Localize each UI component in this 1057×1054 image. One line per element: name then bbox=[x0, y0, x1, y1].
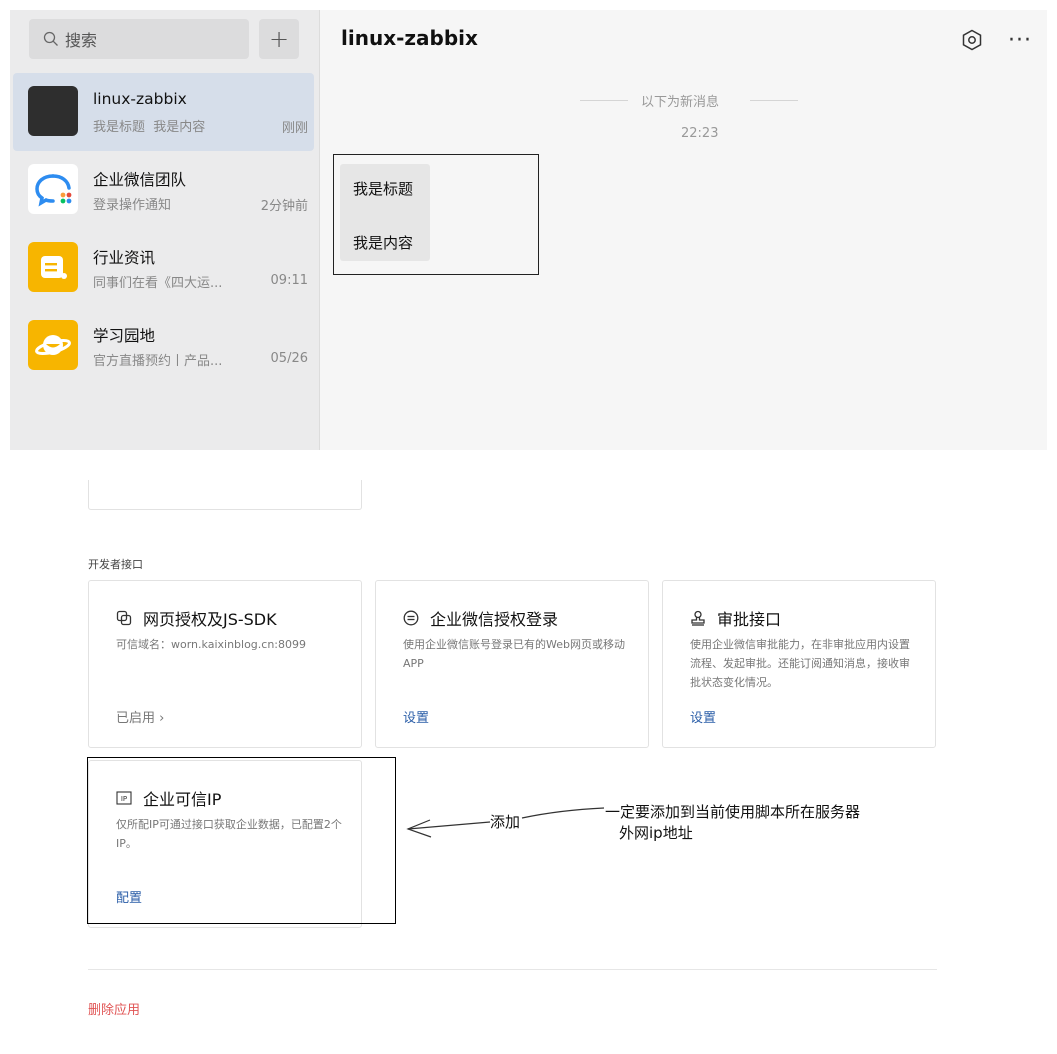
message-bubble[interactable]: 我是标题 我是内容 bbox=[340, 164, 430, 261]
add-button[interactable]: + bbox=[259, 19, 299, 59]
card-approval-api[interactable]: 审批接口 使用企业微信审批能力，在非审批应用内设置流程、发起审批。还能订阅通知消… bbox=[662, 580, 936, 748]
divider-line-right bbox=[750, 100, 798, 101]
link-icon bbox=[116, 610, 132, 626]
message-line: 我是内容 bbox=[353, 234, 414, 252]
search-box[interactable]: 搜索 bbox=[29, 19, 249, 59]
more-icon[interactable]: ··· bbox=[1008, 28, 1032, 53]
annotation-box-trusted-ip bbox=[87, 757, 396, 924]
delete-app-link[interactable]: 删除应用 bbox=[88, 999, 140, 1018]
conversation-item-wecom-team[interactable]: 企业微信团队 登录操作通知 2分钟前 bbox=[13, 151, 314, 229]
conversation-preview: 我是标题 我是内容 bbox=[93, 120, 206, 135]
divider bbox=[88, 969, 937, 970]
card-wecom-auth-login[interactable]: 企业微信授权登录 使用企业微信账号登录已有的Web网页或移动APP 设置 bbox=[375, 580, 649, 748]
card-description: 使用企业微信账号登录已有的Web网页或移动APP bbox=[403, 638, 625, 670]
news-icon bbox=[28, 242, 78, 292]
settings-link[interactable]: 设置 bbox=[403, 707, 429, 726]
stamp-icon bbox=[691, 610, 705, 626]
conversation-preview: 同事们在看《四大运... bbox=[93, 276, 223, 291]
conversation-name: linux-zabbix bbox=[93, 90, 187, 108]
annotation-add-label: 添加 bbox=[490, 813, 521, 831]
card-web-auth-jssdk[interactable]: 网页授权及JS-SDK 可信域名：worn.kaixinblog.cn:8099… bbox=[88, 580, 362, 748]
wecom-chat-window: 搜索 + linux-zabbix 我是标题 我是内容 刚刚 企业微信团队 登录… bbox=[10, 10, 1047, 450]
search-icon bbox=[43, 31, 58, 46]
conversation-item-industry-news[interactable]: 行业资讯 同事们在看《四大运... 09:11 bbox=[13, 229, 314, 307]
conversation-time: 2分钟前 bbox=[260, 199, 308, 214]
annotation-note-line1: 一定要添加到当前使用脚本所在服务器 bbox=[605, 803, 861, 821]
previous-card-bottom bbox=[88, 480, 362, 510]
settings-hexagon-icon[interactable] bbox=[960, 28, 984, 52]
conversation-preview: 登录操作通知 bbox=[93, 198, 172, 213]
conversation-time: 09:11 bbox=[270, 273, 308, 288]
annotation-note-line2: 外网ip地址 bbox=[619, 824, 693, 842]
new-messages-divider: 以下为新消息 bbox=[641, 95, 720, 110]
wecom-logo-icon bbox=[28, 164, 78, 214]
card-title: 审批接口 bbox=[717, 610, 782, 629]
avatar bbox=[28, 86, 78, 136]
section-title: 开发者接口 bbox=[88, 558, 143, 571]
card-title: 网页授权及JS-SDK bbox=[143, 610, 277, 629]
conversation-name: 学习园地 bbox=[93, 327, 156, 345]
chat-pane: linux-zabbix ··· 以下为新消息 22:23 我是标题 我是内容 bbox=[320, 10, 1047, 450]
card-description: 可信域名：worn.kaixinblog.cn:8099 bbox=[116, 638, 307, 651]
chat-title: linux-zabbix bbox=[341, 26, 478, 50]
conversation-item-linux-zabbix[interactable]: linux-zabbix 我是标题 我是内容 刚刚 bbox=[13, 73, 314, 151]
card-title: 企业微信授权登录 bbox=[430, 610, 559, 629]
conversation-time: 刚刚 bbox=[281, 121, 308, 136]
enabled-status-link[interactable]: 已启用 › bbox=[116, 707, 164, 726]
conversation-preview: 官方直播预约丨产品... bbox=[93, 354, 223, 369]
divider-line-left bbox=[580, 100, 628, 101]
card-description: 使用企业微信审批能力，在非审批应用内设置流程、发起审批。还能订阅通知消息，接收审… bbox=[690, 638, 910, 689]
settings-link[interactable]: 设置 bbox=[690, 707, 716, 726]
conversation-sidebar: 搜索 + linux-zabbix 我是标题 我是内容 刚刚 企业微信团队 登录… bbox=[10, 10, 320, 450]
planet-icon bbox=[28, 320, 78, 370]
conversation-name: 企业微信团队 bbox=[93, 171, 187, 189]
conversation-name: 行业资讯 bbox=[93, 249, 156, 267]
equal-circle-icon bbox=[403, 610, 419, 626]
search-placeholder: 搜索 bbox=[65, 31, 98, 50]
message-time: 22:23 bbox=[681, 126, 719, 141]
conversation-item-learning-garden[interactable]: 学习园地 官方直播预约丨产品... 05/26 bbox=[13, 307, 314, 385]
conversation-time: 05/26 bbox=[270, 351, 308, 366]
message-line: 我是标题 bbox=[353, 180, 414, 198]
